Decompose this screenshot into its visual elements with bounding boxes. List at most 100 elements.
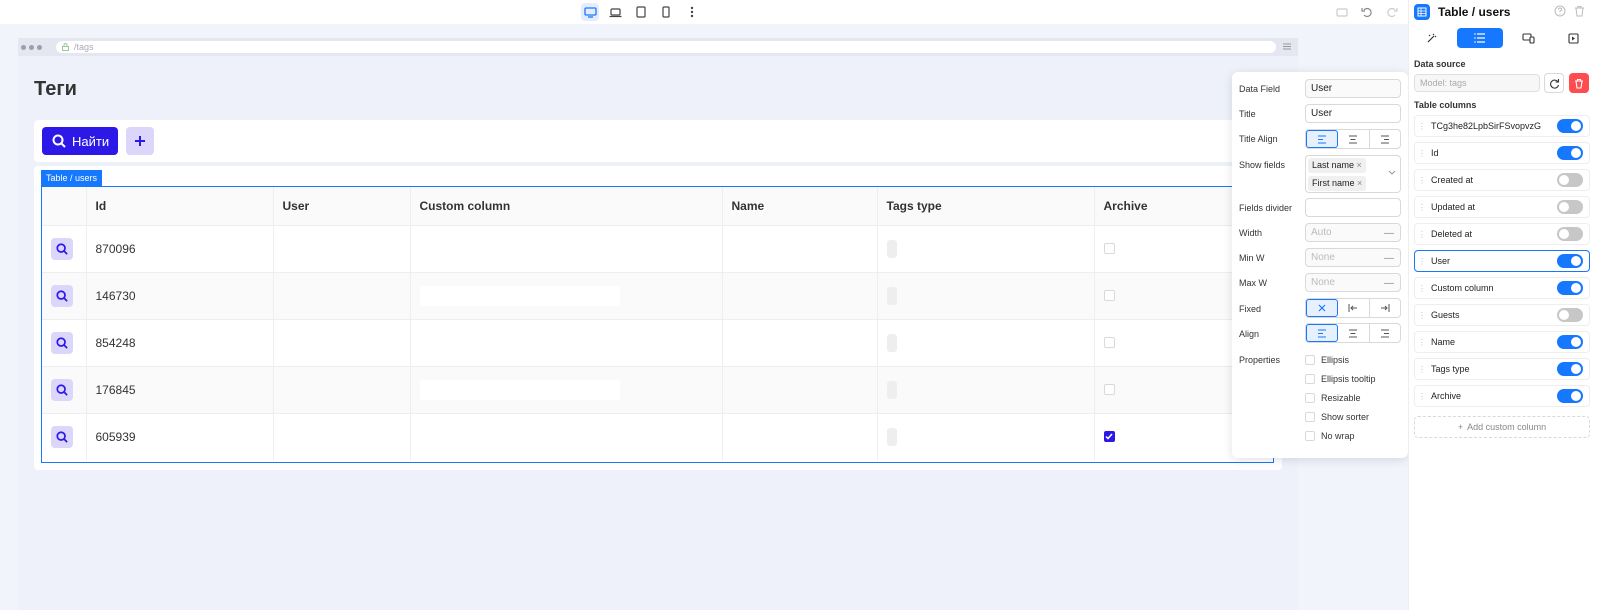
align-left-icon[interactable] <box>1306 130 1339 148</box>
laptop-icon[interactable] <box>606 3 624 21</box>
align-center-icon[interactable] <box>1338 324 1370 342</box>
tablet-icon[interactable] <box>632 3 650 21</box>
search-card <box>34 120 1282 162</box>
min-width-input[interactable]: None — <box>1305 248 1401 267</box>
drag-handle-icon[interactable]: ⋮ <box>1417 257 1427 266</box>
drag-handle-icon[interactable]: ⋮ <box>1417 284 1427 293</box>
checkbox[interactable] <box>1305 412 1315 422</box>
table-icon <box>1414 4 1430 20</box>
column-row[interactable]: ⋮ TCg3he82LpbSirFSvopvzG <box>1414 115 1590 137</box>
visibility-toggle[interactable] <box>1557 389 1583 403</box>
max-width-label: Max W <box>1239 278 1267 288</box>
tab-style[interactable] <box>1409 28 1455 48</box>
column-name: Archive <box>1431 391 1462 401</box>
copy-icon[interactable] <box>1333 3 1351 21</box>
more-icon[interactable] <box>683 3 701 21</box>
drag-handle-icon[interactable]: ⋮ <box>1417 149 1427 158</box>
minus-icon[interactable]: — <box>1383 252 1395 264</box>
data-field-input[interactable]: User <box>1305 79 1401 98</box>
visibility-toggle[interactable] <box>1557 281 1583 295</box>
max-width-input[interactable]: None — <box>1305 273 1401 292</box>
refresh-button[interactable] <box>1544 73 1564 93</box>
drag-handle-icon[interactable]: ⋮ <box>1417 230 1427 239</box>
align-right-icon[interactable] <box>1370 130 1400 148</box>
fixed-segmented <box>1305 298 1401 318</box>
fixed-none-icon[interactable] <box>1306 299 1339 317</box>
find-button[interactable]: Найти <box>42 127 118 155</box>
checkbox[interactable] <box>1305 374 1315 384</box>
desktop-icon[interactable] <box>581 3 599 21</box>
data-source-input[interactable]: Model: tags <box>1414 74 1540 92</box>
checkbox[interactable] <box>1305 431 1315 441</box>
drag-handle-icon[interactable]: ⋮ <box>1417 122 1427 131</box>
visibility-toggle[interactable] <box>1557 119 1583 133</box>
mobile-icon[interactable] <box>657 3 675 21</box>
search-icon <box>52 134 66 148</box>
drag-handle-icon[interactable]: ⋮ <box>1417 338 1427 347</box>
add-custom-column-button[interactable]: + Add custom column <box>1414 416 1590 438</box>
add-custom-column-label: Add custom column <box>1467 422 1547 432</box>
fixed-left-icon[interactable] <box>1338 299 1370 317</box>
fields-divider-input[interactable] <box>1305 198 1401 217</box>
minus-icon[interactable]: — <box>1383 227 1395 239</box>
width-input[interactable]: Auto — <box>1305 223 1401 242</box>
close-icon[interactable]: × <box>1357 178 1362 188</box>
checkbox[interactable] <box>1305 393 1315 403</box>
title-input[interactable]: User <box>1305 104 1401 123</box>
title-align-segmented <box>1305 129 1401 149</box>
align-center-icon[interactable] <box>1338 130 1370 148</box>
column-row[interactable]: ⋮ Tags type <box>1414 358 1590 380</box>
column-name: Guests <box>1431 310 1460 320</box>
trash-icon[interactable] <box>1574 5 1585 17</box>
checkbox[interactable] <box>1305 355 1315 365</box>
help-icon[interactable] <box>1554 5 1566 17</box>
property-no-wrap[interactable]: No wrap <box>1305 431 1355 441</box>
column-row[interactable]: ⋮ Guests <box>1414 304 1590 326</box>
property-label: Show sorter <box>1321 412 1370 422</box>
add-button[interactable] <box>126 127 154 155</box>
visibility-toggle[interactable] <box>1557 335 1583 349</box>
property-show-sorter[interactable]: Show sorter <box>1305 412 1369 422</box>
redo-icon[interactable] <box>1383 3 1401 21</box>
drag-handle-icon[interactable]: ⋮ <box>1417 311 1427 320</box>
visibility-toggle[interactable] <box>1557 362 1583 376</box>
drag-handle-icon[interactable]: ⋮ <box>1417 203 1427 212</box>
align-left-icon[interactable] <box>1306 324 1339 342</box>
column-row[interactable]: ⋮ Updated at <box>1414 196 1590 218</box>
column-row[interactable]: ⋮ Name <box>1414 331 1590 353</box>
menu-icon[interactable] <box>1282 42 1292 51</box>
align-right-icon[interactable] <box>1370 324 1400 342</box>
tab-responsive[interactable] <box>1505 28 1551 48</box>
close-icon[interactable]: × <box>1357 160 1362 170</box>
minus-icon[interactable]: — <box>1383 277 1395 289</box>
visibility-toggle[interactable] <box>1557 227 1583 241</box>
drag-handle-icon[interactable]: ⋮ <box>1417 176 1427 185</box>
visibility-toggle[interactable] <box>1557 308 1583 322</box>
column-row[interactable]: ⋮ Archive <box>1414 385 1590 407</box>
column-row[interactable]: ⋮ User <box>1414 250 1590 272</box>
property-resizable[interactable]: Resizable <box>1305 393 1361 403</box>
property-ellipsis-tooltip[interactable]: Ellipsis tooltip <box>1305 374 1376 384</box>
drag-handle-icon[interactable]: ⋮ <box>1417 365 1427 374</box>
visibility-toggle[interactable] <box>1557 254 1583 268</box>
drag-handle-icon[interactable]: ⋮ <box>1417 392 1427 401</box>
column-name: Id <box>1431 148 1439 158</box>
fixed-right-icon[interactable] <box>1370 299 1400 317</box>
property-ellipsis[interactable]: Ellipsis <box>1305 355 1349 365</box>
lock-icon <box>62 43 69 51</box>
tab-actions[interactable] <box>1550 28 1596 48</box>
column-row[interactable]: ⋮ Created at <box>1414 169 1590 191</box>
visibility-toggle[interactable] <box>1557 146 1583 160</box>
column-row[interactable]: ⋮ Deleted at <box>1414 223 1590 245</box>
delete-source-button[interactable] <box>1569 73 1589 93</box>
show-fields-label: Show fields <box>1239 160 1286 170</box>
column-name: Tags type <box>1431 364 1470 374</box>
column-row[interactable]: ⋮ Id <box>1414 142 1590 164</box>
tab-columns[interactable] <box>1457 28 1503 48</box>
table-component-tag[interactable]: Table / users <box>41 170 103 186</box>
visibility-toggle[interactable] <box>1557 200 1583 214</box>
column-row[interactable]: ⋮ Custom column <box>1414 277 1590 299</box>
undo-icon[interactable] <box>1358 3 1376 21</box>
visibility-toggle[interactable] <box>1557 173 1583 187</box>
page-title: Теги <box>34 78 77 100</box>
